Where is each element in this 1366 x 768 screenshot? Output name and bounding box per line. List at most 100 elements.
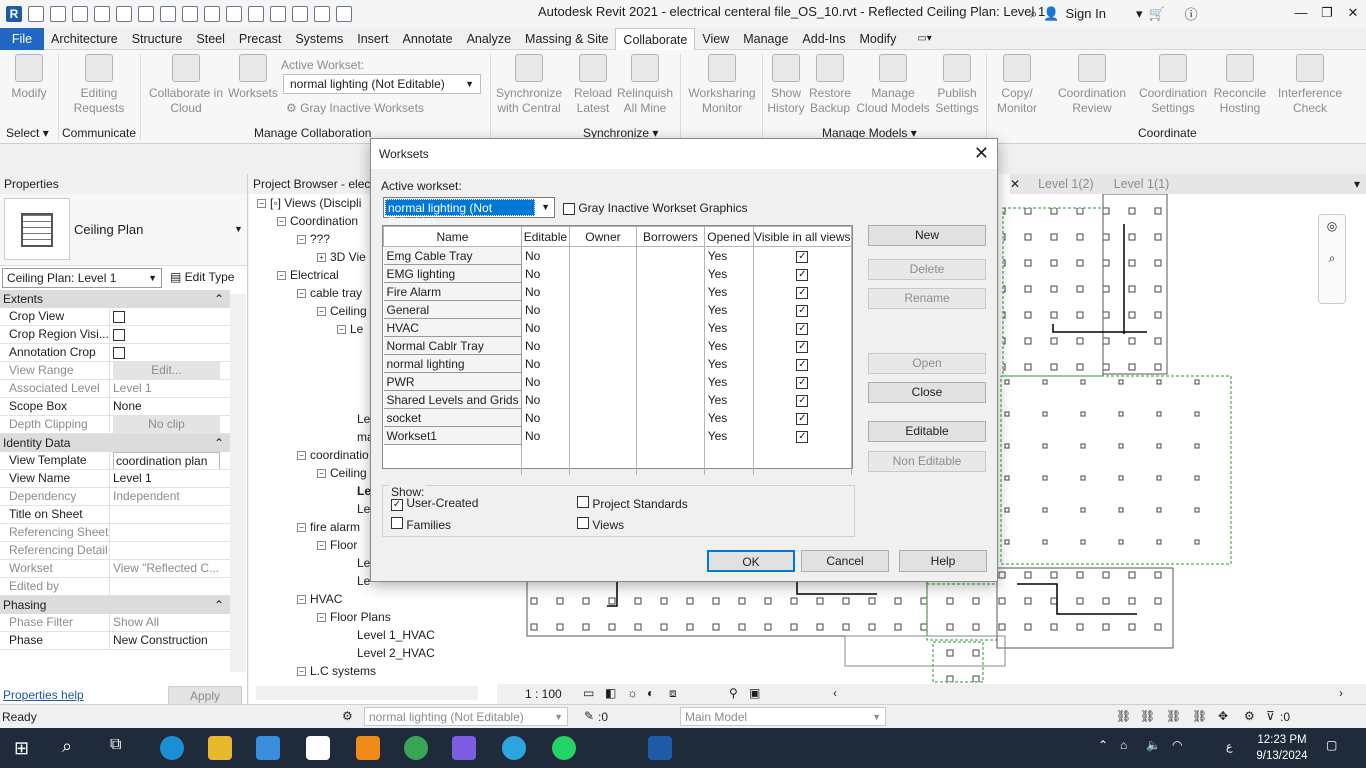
tree-node-3d-view[interactable]: +3D Vie [317, 250, 366, 264]
workset-borrowers-cell[interactable] [636, 264, 705, 283]
navigation-bar[interactable]: ◎ ⌕ [1318, 214, 1346, 304]
interference-check-button[interactable]: Interference Check [1274, 54, 1346, 116]
select-by-face-icon[interactable]: ⛓ [1192, 709, 1207, 723]
temporary-hide-icon[interactable]: ⚲ [729, 686, 738, 700]
3d-view-icon[interactable] [248, 6, 264, 22]
table-row[interactable]: Emg Cable Tray No Yes ✓ [383, 246, 853, 265]
delete-button[interactable]: Delete [868, 259, 986, 280]
reconcile-hosting-button[interactable]: Reconcile Hosting [1210, 54, 1270, 116]
workset-borrowers-cell[interactable] [636, 390, 705, 409]
tab-systems[interactable]: Systems [288, 28, 350, 50]
collapse-icon[interactable]: − [317, 307, 326, 317]
tab-steel[interactable]: Steel [189, 28, 232, 50]
families-checkbox[interactable]: Families [391, 517, 451, 532]
close-button[interactable]: Close [868, 382, 986, 403]
table-row[interactable]: Normal Cablr Tray No Yes ✓ [383, 336, 853, 355]
crop-region-visible-checkbox[interactable] [113, 328, 125, 341]
manage-cloud-models-button[interactable]: Manage Cloud Models [856, 54, 930, 116]
non-editable-button[interactable]: Non Editable [868, 451, 986, 472]
collapse-icon[interactable]: − [297, 667, 306, 677]
print-icon[interactable] [138, 6, 154, 22]
column-header-visible[interactable]: Visible in all views [752, 226, 853, 247]
properties-help-link[interactable]: Properties help [3, 688, 84, 702]
workset-opened-cell[interactable]: Yes [704, 408, 754, 427]
show-history-button[interactable]: Show History [764, 54, 808, 116]
browser-scrollbar[interactable] [256, 686, 478, 700]
workset-editable-cell[interactable]: No [521, 408, 570, 427]
visible-checkbox[interactable]: ✓ [796, 395, 809, 407]
section-identity-data[interactable]: Identity Data ⌃ [0, 434, 230, 452]
worksets-button[interactable]: Worksets [228, 54, 278, 101]
workset-opened-cell[interactable]: Yes [704, 282, 754, 301]
visible-checkbox[interactable]: ✓ [796, 341, 809, 353]
expand-icon[interactable]: + [317, 253, 326, 263]
type-selector[interactable]: Ceiling Plan ▼ [0, 194, 247, 266]
workset-opened-cell[interactable]: Yes [704, 354, 754, 373]
tab-massing-site[interactable]: Massing & Site [518, 28, 615, 50]
store-icon[interactable] [256, 736, 280, 760]
binoculars-icon[interactable]: ⌕ [1030, 6, 1037, 22]
project-standards-checkbox[interactable]: Project Standards [577, 496, 688, 511]
close-icon[interactable]: ✕ [1340, 0, 1366, 26]
workset-borrowers-cell[interactable] [636, 246, 705, 265]
select-pinned-icon[interactable]: ⛓ [1166, 709, 1181, 723]
workset-borrowers-cell[interactable] [636, 282, 705, 301]
measure-icon[interactable] [160, 6, 176, 22]
modify-button[interactable]: Modify [6, 54, 52, 101]
close-view-icon[interactable]: ✕ [1010, 177, 1020, 191]
coordination-review-button[interactable]: Coordination Review [1052, 54, 1132, 116]
publish-settings-button[interactable]: Publish Settings [934, 54, 980, 116]
ribbon-toggle-icon[interactable]: ▭▾ [917, 33, 931, 44]
shadows-icon[interactable]: ◐ [647, 686, 654, 700]
tab-manage[interactable]: Manage [736, 28, 795, 50]
tab-analyze[interactable]: Analyze [460, 28, 518, 50]
tree-node-floor-plans[interactable]: − Floor Plans [317, 610, 391, 624]
prop-value[interactable] [110, 506, 230, 523]
tree-node-le[interactable]: Le [357, 412, 370, 426]
redo-icon[interactable] [116, 6, 132, 22]
chrome-icon[interactable] [404, 736, 428, 760]
prop-value[interactable]: Level 1 [110, 470, 230, 487]
table-row[interactable]: PWR No Yes ✓ [383, 372, 853, 391]
synchronize-with-central-button[interactable]: Synchronize with Central [494, 54, 564, 116]
panel-select[interactable]: Select ▾ [6, 126, 49, 140]
table-row[interactable]: Workset1 No Yes ✓ [383, 426, 853, 445]
workset-owner-cell[interactable] [569, 408, 638, 427]
project-standards-check[interactable] [577, 496, 589, 508]
section-phasing[interactable]: Phasing ⌃ [0, 596, 230, 614]
tree-node-lc-systems[interactable]: − L.C systems [297, 664, 376, 678]
collapse-icon[interactable]: − [277, 271, 286, 281]
filter-icon[interactable]: ⊽ [1266, 709, 1275, 723]
workset-name-cell[interactable]: General [383, 300, 522, 319]
workset-name-cell[interactable]: Shared Levels and Grids [383, 390, 522, 409]
active-workset-select[interactable]: normal lighting (Not Editable) ▼ [283, 74, 481, 94]
properties-scrollbar[interactable] [230, 294, 246, 672]
text-icon[interactable] [226, 6, 242, 22]
chevron-down-icon[interactable]: ▼ [234, 224, 243, 234]
tree-node-views[interactable]: − [◦] Views (Discipli [257, 196, 361, 210]
reload-latest-button[interactable]: Reload Latest [570, 54, 616, 116]
editable-button[interactable]: Editable [868, 421, 986, 442]
file-explorer-icon[interactable] [208, 736, 232, 760]
close-hidden-icon[interactable] [314, 6, 330, 22]
background-process-icon[interactable]: ⚙ [1244, 709, 1255, 723]
tag-icon[interactable] [204, 6, 220, 22]
tab-insert[interactable]: Insert [350, 28, 395, 50]
workset-editable-cell[interactable]: No [521, 282, 570, 301]
workset-editable-cell[interactable]: No [521, 426, 570, 445]
collapse-icon[interactable]: − [297, 451, 306, 461]
copilot-icon[interactable] [452, 736, 476, 760]
instance-selector[interactable]: Ceiling Plan: Level 1 ▼ [2, 268, 162, 288]
visible-checkbox[interactable]: ✓ [796, 287, 809, 299]
tree-node-electrical[interactable]: − Electrical [277, 268, 339, 282]
switch-windows-icon[interactable] [336, 6, 352, 22]
tree-node-coordination[interactable]: − Coordination [277, 214, 358, 228]
worksets-status-icon[interactable]: ⚙ [342, 709, 353, 723]
maximize-icon[interactable]: ❐ [1314, 0, 1340, 26]
workset-borrowers-cell[interactable] [636, 408, 705, 427]
collapse-icon[interactable]: − [257, 199, 266, 209]
mail-icon[interactable] [306, 736, 330, 760]
tree-node-ceiling-2[interactable]: − Ceiling [317, 466, 367, 480]
visible-checkbox[interactable]: ✓ [796, 323, 809, 335]
active-workset-dropdown[interactable]: normal lighting (Not Editable) ▼ [383, 197, 555, 229]
